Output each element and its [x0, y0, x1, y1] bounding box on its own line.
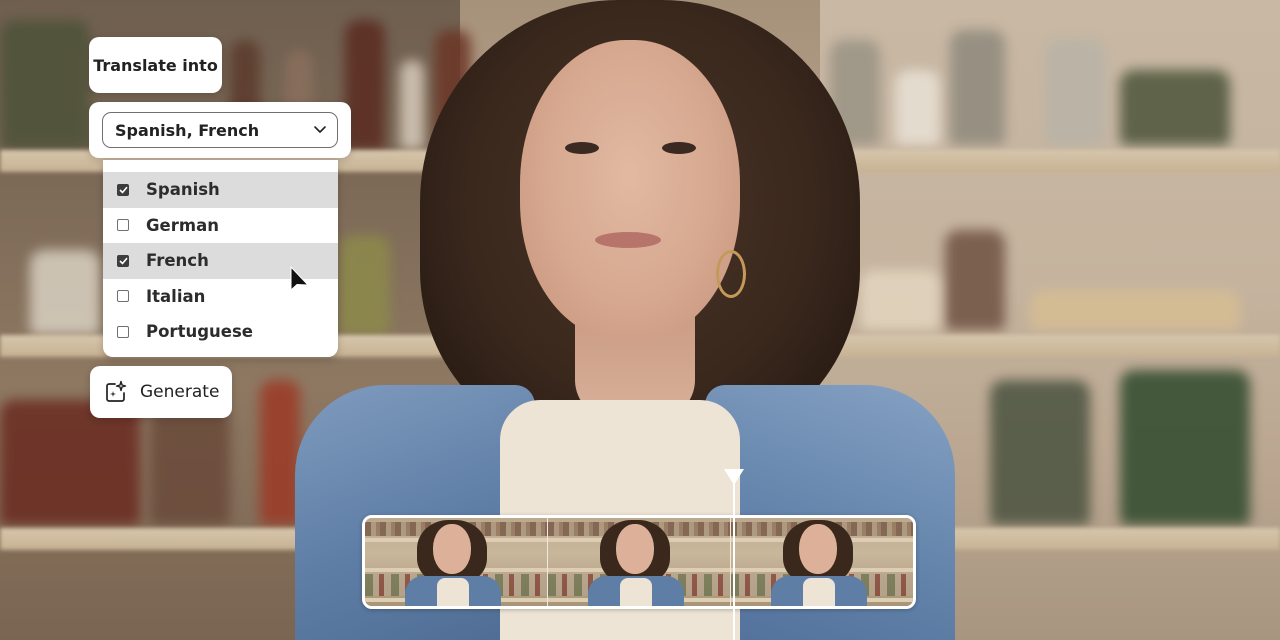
background-bottle	[0, 400, 140, 525]
mouse-cursor-icon	[289, 265, 311, 296]
frame-presenter-face	[433, 524, 471, 574]
language-picker-card: Spanish, French	[89, 102, 351, 158]
timeline-frame[interactable]	[731, 518, 913, 606]
generate-button[interactable]: Generate	[90, 366, 232, 418]
video-timeline[interactable]	[362, 515, 916, 609]
background-jar	[950, 30, 1005, 145]
frame-presenter-shirt	[437, 578, 469, 606]
background-jar	[30, 250, 100, 335]
checkbox-unchecked-icon[interactable]	[117, 325, 129, 338]
playhead-line[interactable]	[733, 484, 735, 640]
frame-presenter-shirt	[803, 578, 835, 606]
frame-presenter-shirt	[620, 578, 652, 606]
checkbox-unchecked-icon[interactable]	[117, 219, 129, 232]
language-option-label: French	[146, 251, 209, 271]
background-jar	[340, 235, 390, 335]
language-option-label: Italian	[146, 286, 206, 306]
checkbox-checked-icon[interactable]	[117, 183, 129, 196]
frame-presenter-face	[799, 524, 837, 574]
language-option-label: Portuguese	[146, 322, 253, 342]
language-picker-value: Spanish, French	[115, 120, 260, 140]
language-picker[interactable]: Spanish, French	[102, 112, 338, 148]
timeline-frame[interactable]	[548, 518, 731, 606]
language-option-german[interactable]: German	[103, 208, 338, 244]
background-bottle	[400, 60, 424, 150]
chevron-down-icon	[313, 123, 327, 137]
generative-ai-sparkle-icon	[104, 380, 128, 404]
language-option-spanish[interactable]: Spanish	[103, 172, 338, 208]
background-jar	[860, 270, 940, 330]
language-option-label: German	[146, 215, 219, 235]
timeline-frame[interactable]	[365, 518, 548, 606]
generate-button-label: Generate	[140, 382, 220, 402]
background-jar	[830, 40, 880, 145]
frame-presenter-face	[616, 524, 654, 574]
translate-into-label: Translate into	[89, 37, 222, 93]
background-jar	[990, 380, 1090, 525]
background-bottle	[345, 20, 385, 150]
background-jar	[895, 70, 940, 145]
background-bottle	[0, 20, 90, 150]
checkbox-checked-icon[interactable]	[117, 254, 129, 267]
background-plant	[1120, 70, 1230, 145]
language-option-portuguese[interactable]: Portuguese	[103, 314, 338, 350]
background-box	[1030, 290, 1240, 330]
language-option-label: Spanish	[146, 180, 220, 200]
background-jar	[1045, 40, 1105, 145]
background-bottle	[435, 30, 471, 150]
background-jar	[945, 230, 1005, 330]
background-jar	[1120, 370, 1250, 525]
checkbox-unchecked-icon[interactable]	[117, 290, 129, 303]
background-bottle	[260, 380, 300, 525]
playhead-triangle-icon[interactable]	[723, 468, 745, 486]
language-menu: Spanish German French Italian Portuguese	[103, 160, 338, 357]
background-bottle	[150, 410, 230, 525]
